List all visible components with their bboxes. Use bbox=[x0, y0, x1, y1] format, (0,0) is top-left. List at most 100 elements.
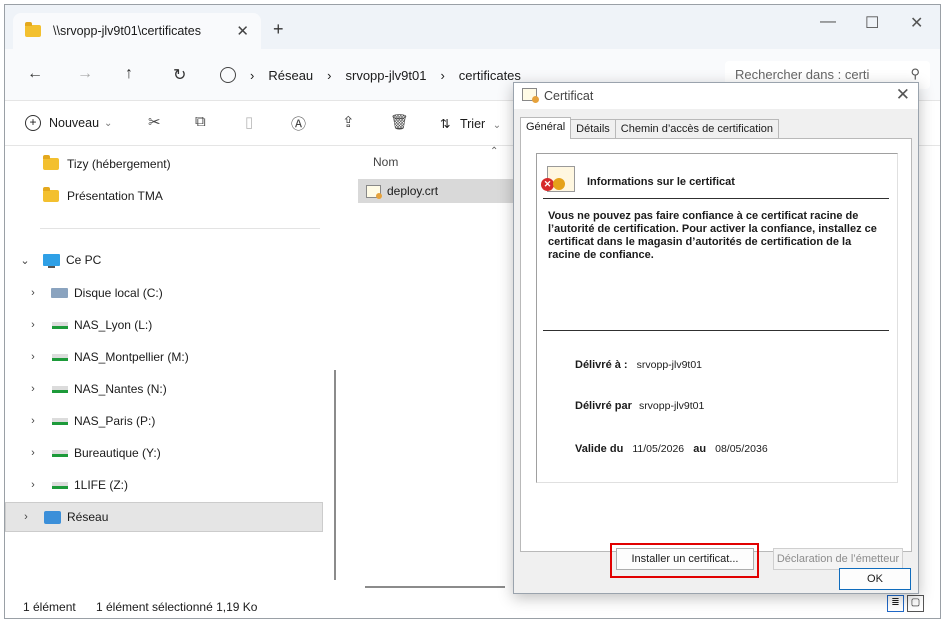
sort-icon: ⇅ bbox=[440, 117, 451, 131]
valid-to-label: au bbox=[693, 443, 707, 455]
tab-close-icon[interactable]: ✕ bbox=[236, 22, 249, 40]
install-certificate-button[interactable]: Installer un certificat... bbox=[616, 548, 754, 570]
tiles-view-icon[interactable]: ▢ bbox=[907, 595, 924, 612]
horizontal-scrollbar[interactable] bbox=[365, 586, 505, 588]
chevron-right-icon[interactable]: › bbox=[27, 479, 39, 491]
sidebar-item-reseau[interactable]: › Réseau bbox=[5, 502, 323, 532]
new-button[interactable]: + Nouveau ⌄ bbox=[25, 115, 112, 131]
sidebar-item-label: Bureautique (Y:) bbox=[74, 446, 161, 460]
issued-by-value: srvopp-jlv9t01 bbox=[638, 400, 705, 412]
sidebar-item-tizy[interactable]: Tizy (hébergement) bbox=[5, 149, 323, 179]
sidebar-item-ce-pc[interactable]: ⌄ Ce PC bbox=[5, 245, 323, 275]
maximize-button[interactable]: ☐ bbox=[865, 13, 879, 33]
certificate-dialog: Certificat ✕ Général Détails Chemin d’ac… bbox=[513, 82, 919, 594]
dialog-close-button[interactable]: ✕ bbox=[896, 85, 910, 105]
navigation-pane: Tizy (hébergement) Présentation TMA ⌄ Ce… bbox=[5, 146, 330, 590]
sidebar-item-1life[interactable]: › 1LIFE (Z:) bbox=[5, 470, 323, 500]
chevron-down-icon: ⌄ bbox=[492, 120, 502, 131]
certificate-info-box: ✕ Informations sur le certificat Vous ne… bbox=[536, 153, 898, 483]
sort-label: Trier bbox=[459, 117, 486, 131]
valid-from-label: Valide du bbox=[575, 443, 624, 455]
ok-button[interactable]: OK bbox=[839, 568, 911, 590]
network-icon bbox=[44, 510, 61, 524]
paste-icon[interactable]: ▯ bbox=[245, 113, 253, 131]
chevron-down-icon[interactable]: ⌄ bbox=[19, 254, 31, 267]
item-count: 1 élément bbox=[23, 600, 76, 614]
file-list: Nom ⌃ deploy.crt bbox=[343, 146, 518, 590]
sidebar-item-label: NAS_Lyon (L:) bbox=[74, 318, 153, 332]
breadcrumb-separator: › bbox=[327, 67, 332, 83]
sidebar-scrollbar[interactable] bbox=[334, 370, 336, 580]
trust-warning: Vous ne pouvez pas faire confiance à ce … bbox=[548, 210, 877, 261]
breadcrumb-item-server[interactable]: srvopp-jlv9t01 bbox=[346, 68, 427, 83]
cut-icon[interactable]: ✂ bbox=[148, 113, 161, 131]
new-tab-button[interactable]: + bbox=[273, 19, 284, 40]
tab-details[interactable]: Détails bbox=[570, 119, 616, 139]
tab-bar: \\srvopp-jlv9t01\certificates ✕ + — ☐ ✕ bbox=[5, 5, 940, 49]
tab-general[interactable]: Général bbox=[520, 117, 572, 139]
sidebar-item-nas-montpellier[interactable]: › NAS_Montpellier (M:) bbox=[5, 342, 323, 372]
delete-icon[interactable]: 🗑 bbox=[390, 113, 409, 131]
valid-to-value: 08/05/2036 bbox=[715, 443, 768, 455]
chevron-right-icon[interactable]: › bbox=[27, 287, 39, 299]
file-row-deploy-crt[interactable]: deploy.crt bbox=[358, 179, 518, 203]
sidebar-item-label: 1LIFE (Z:) bbox=[74, 478, 129, 492]
chevron-right-icon[interactable]: › bbox=[27, 415, 39, 427]
tab-title: \\srvopp-jlv9t01\certificates bbox=[53, 24, 201, 38]
sidebar-item-presentation-tma[interactable]: Présentation TMA bbox=[5, 181, 323, 211]
close-window-button[interactable]: ✕ bbox=[910, 13, 923, 33]
rename-icon[interactable]: Ⓐ bbox=[291, 113, 306, 134]
search-placeholder: Rechercher dans : certi bbox=[735, 67, 870, 82]
refresh-button[interactable]: ↻ bbox=[173, 65, 186, 85]
local-disk-icon bbox=[51, 288, 68, 298]
sidebar-item-bureautique[interactable]: › Bureautique (Y:) bbox=[5, 438, 323, 468]
selection-info: 1 élément sélectionné 1,19 Ko bbox=[96, 600, 258, 614]
issuer-statement-button[interactable]: Déclaration de l’émetteur bbox=[773, 548, 903, 570]
breadcrumb-separator: › bbox=[250, 67, 255, 83]
sidebar-item-label: NAS_Nantes (N:) bbox=[74, 382, 167, 396]
up-button[interactable]: ↑ bbox=[125, 65, 133, 83]
column-header-name[interactable]: Nom bbox=[373, 155, 398, 169]
chevron-right-icon[interactable]: › bbox=[27, 351, 39, 363]
issued-to-label: Délivré à : bbox=[575, 359, 628, 371]
breadcrumb-item-certificates[interactable]: certificates bbox=[459, 68, 521, 83]
tab-certificates[interactable]: \\srvopp-jlv9t01\certificates ✕ bbox=[13, 13, 261, 49]
dialog-title: Certificat bbox=[544, 89, 594, 103]
info-title: Informations sur le certificat bbox=[587, 176, 735, 188]
chevron-right-icon[interactable]: › bbox=[27, 319, 39, 331]
folder-icon bbox=[25, 22, 41, 37]
forward-button[interactable]: → bbox=[77, 65, 93, 83]
status-bar: 1 élément 1 élément sélectionné 1,19 Ko … bbox=[5, 595, 940, 618]
chevron-down-icon: ⌄ bbox=[104, 117, 113, 129]
chevron-right-icon[interactable]: › bbox=[27, 447, 39, 459]
sidebar-item-label: Réseau bbox=[67, 510, 109, 524]
copy-icon[interactable]: ⧉ bbox=[195, 113, 206, 130]
breadcrumb-item-reseau[interactable]: Réseau bbox=[268, 68, 313, 83]
divider bbox=[543, 198, 889, 199]
sidebar-item-disque-local[interactable]: › Disque local (C:) bbox=[5, 278, 323, 308]
pc-icon bbox=[43, 254, 60, 268]
sidebar-item-label: Tizy (hébergement) bbox=[67, 157, 171, 171]
sidebar-item-nas-nantes[interactable]: › NAS_Nantes (N:) bbox=[5, 374, 323, 404]
network-drive-icon bbox=[52, 385, 68, 393]
back-button[interactable]: ← bbox=[27, 65, 43, 83]
sidebar-item-label: NAS_Paris (P:) bbox=[74, 414, 156, 428]
share-icon[interactable]: ⇪ bbox=[342, 113, 355, 131]
minimize-button[interactable]: — bbox=[820, 13, 836, 31]
chevron-right-icon[interactable]: › bbox=[20, 511, 32, 523]
sort-up-icon: ⌃ bbox=[490, 146, 499, 157]
issued-to-row: Délivré à : srvopp-jlv9t01 bbox=[575, 359, 702, 371]
sidebar-item-label: NAS_Montpellier (M:) bbox=[74, 350, 189, 364]
details-view-icon[interactable]: ≣ bbox=[887, 595, 904, 612]
chevron-right-icon[interactable]: › bbox=[27, 383, 39, 395]
divider bbox=[543, 330, 889, 331]
folder-icon bbox=[43, 155, 59, 170]
validity-row: Valide du 11/05/2026 au 08/05/2036 bbox=[575, 443, 768, 455]
globe-icon bbox=[220, 67, 236, 83]
sort-button[interactable]: ⇅ Trier ⌄ bbox=[440, 116, 501, 131]
tab-certification-path[interactable]: Chemin d’accès de certification bbox=[614, 119, 780, 139]
sidebar-item-label: Présentation TMA bbox=[67, 189, 163, 203]
sidebar-item-nas-paris[interactable]: › NAS_Paris (P:) bbox=[5, 406, 323, 436]
certificate-file-icon bbox=[366, 184, 382, 199]
sidebar-item-nas-lyon[interactable]: › NAS_Lyon (L:) bbox=[5, 310, 323, 340]
